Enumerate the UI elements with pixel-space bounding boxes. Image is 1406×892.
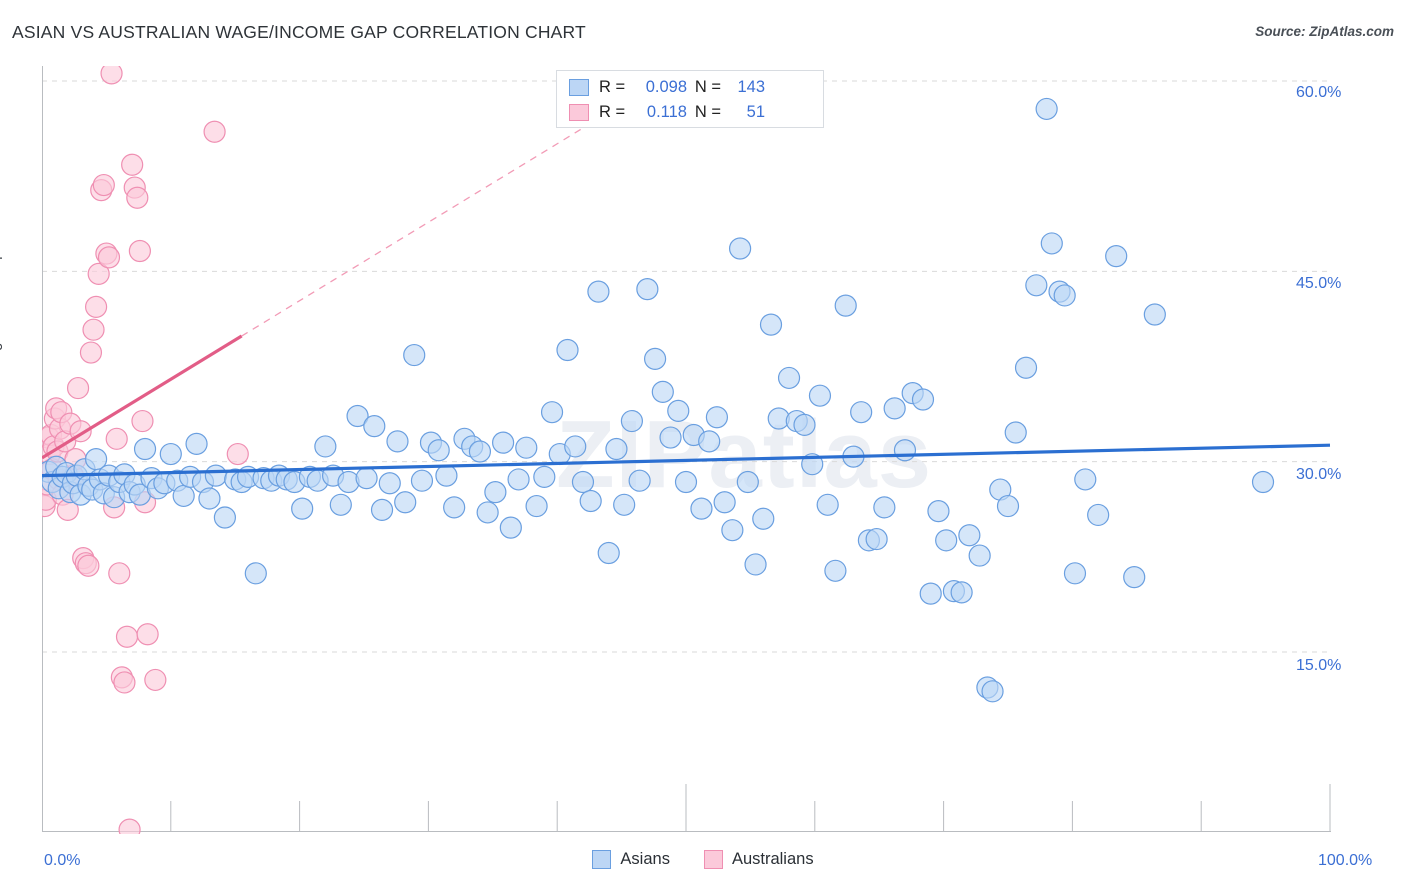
page-title: ASIAN VS AUSTRALIAN WAGE/INCOME GAP CORR… [12, 22, 586, 42]
source-attribution: Source: ZipAtlas.com [1255, 24, 1394, 39]
stats-row-asians: R = 0.098 N = 143 [569, 75, 813, 100]
data-points-asians [42, 97, 1275, 703]
legend-swatch-asians-icon [569, 79, 589, 96]
legend-label-australians: Australians [731, 850, 814, 868]
stats-n-key-asians: N = [694, 78, 721, 96]
y-axis-title: Wage/Income Gap [0, 251, 3, 372]
correlation-chart: ASIAN VS AUSTRALIAN WAGE/INCOME GAP CORR… [0, 0, 1406, 892]
correlation-stats-box: R = 0.098 N = 143 R = 0.118 N = 51 [556, 70, 824, 128]
stats-n-value-australians: 51 [746, 103, 765, 121]
y-tick-label-30: 30.0% [1296, 466, 1342, 483]
stats-row-australians: R = 0.118 N = 51 [569, 100, 813, 125]
stats-r-value-asians: 0.098 [645, 78, 687, 96]
trendline-australians [42, 123, 590, 460]
legend-swatch-australians-icon [569, 104, 589, 121]
stats-r-value-australians: 0.118 [646, 103, 687, 121]
stats-r-key-asians: R = [599, 78, 626, 96]
stats-n-key-australians: N = [694, 103, 721, 121]
legend-item-asians[interactable]: Asians [592, 850, 670, 869]
y-tick-label-60: 60.0% [1296, 84, 1342, 101]
gridlines [42, 80, 1331, 653]
scatter-plot-svg [42, 66, 1331, 834]
x-tick-marks [170, 784, 1331, 831]
legend-color-australians-icon [703, 850, 723, 869]
stats-r-key-australians: R = [599, 103, 626, 121]
plot-area [42, 66, 1331, 834]
legend-color-asians-icon [592, 850, 612, 869]
y-tick-label-15: 15.0% [1296, 657, 1342, 674]
legend-label-asians: Asians [620, 850, 670, 868]
stats-n-value-asians: 143 [737, 78, 765, 96]
y-tick-label-45: 45.0% [1296, 275, 1342, 292]
legend-item-australians[interactable]: Australians [703, 850, 814, 869]
series-legend: Asians Australians [0, 850, 1406, 869]
